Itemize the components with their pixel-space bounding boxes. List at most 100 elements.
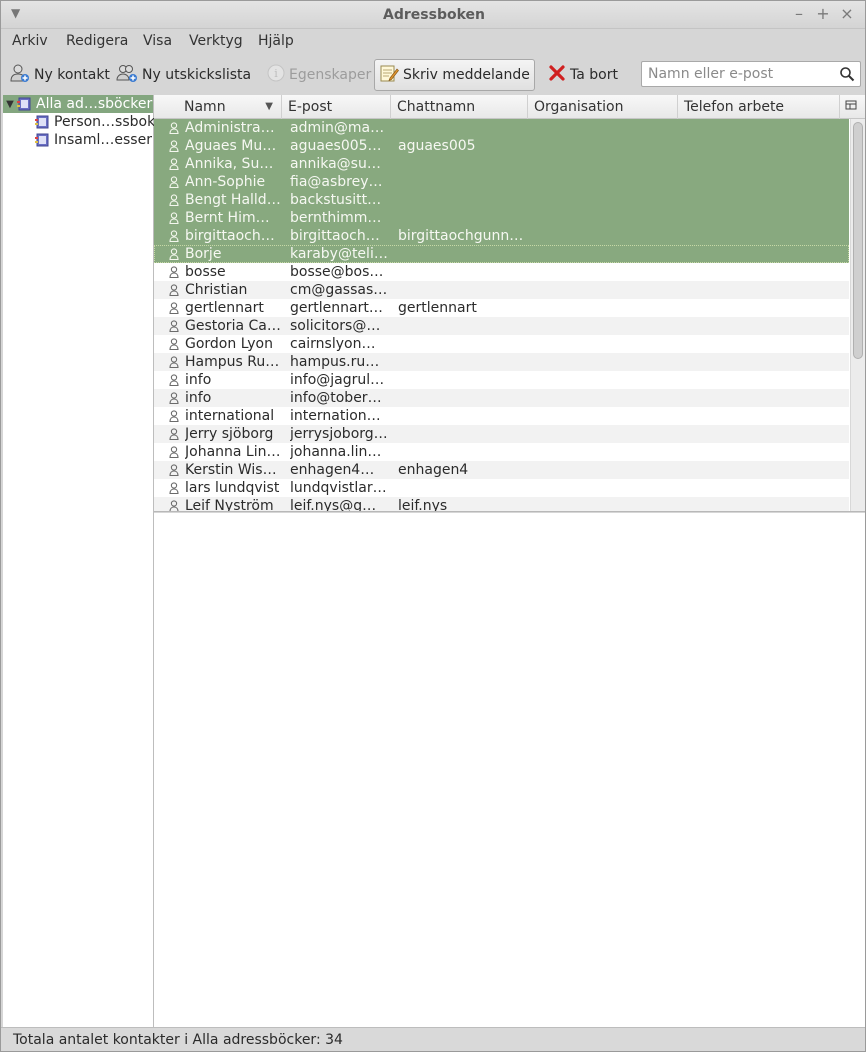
contact-row[interactable]: Annika, Sun… annika@sun…	[154, 155, 849, 173]
status-bar: Totala antalet kontakter i Alla adressbö…	[1, 1027, 865, 1051]
delete-button[interactable]: Ta bort	[548, 59, 618, 91]
scrollbar-thumb[interactable]	[853, 122, 863, 359]
contact-icon	[169, 446, 179, 459]
contact-email: info@tobera.…	[290, 390, 388, 406]
contact-work-phone	[684, 371, 834, 389]
menu-visa[interactable]: Visa	[143, 33, 172, 49]
tree-item-collected[interactable]: Insaml…esser	[35, 131, 152, 149]
contact-chat: leif.nys	[398, 498, 448, 512]
contact-work-phone	[684, 209, 834, 227]
contact-icon	[169, 392, 179, 405]
contact-icon	[169, 230, 179, 243]
contact-work-phone	[684, 461, 834, 479]
contact-row[interactable]: Bengt Halldén backstusittar…	[154, 191, 849, 209]
contact-row[interactable]: Leif Nyström leif.nys@gm… leif.nys	[154, 497, 849, 512]
contact-icon	[169, 482, 179, 495]
column-header-name[interactable]: Namn ▼	[154, 95, 282, 119]
contact-organisation	[534, 407, 674, 425]
contact-row[interactable]: gertlennart gertlennart@… gertlennart	[154, 299, 849, 317]
info-icon: i	[267, 64, 285, 86]
properties-button[interactable]: i Egenskaper	[267, 59, 371, 91]
menu-arkiv[interactable]: Arkiv	[12, 33, 48, 49]
contact-email: international…	[290, 408, 388, 424]
contact-chat	[398, 263, 528, 281]
contact-row[interactable]: Jerry sjöborg jerrysjoborg…	[154, 425, 849, 443]
contact-details-pane	[154, 513, 865, 1027]
vertical-scrollbar[interactable]	[850, 119, 865, 511]
contact-row[interactable]: international international…	[154, 407, 849, 425]
contact-row[interactable]: Borje karaby@teli…	[154, 245, 849, 263]
contact-organisation	[534, 497, 674, 511]
contact-name: Borje	[185, 246, 222, 262]
contact-row[interactable]: bosse bosse@boss…	[154, 263, 849, 281]
search-input[interactable]	[642, 62, 832, 86]
expander-icon[interactable]: ▼	[3, 99, 17, 110]
contact-icon	[169, 140, 179, 153]
contact-row[interactable]: Aguaes Mur… aguaes005@… aguaes005	[154, 137, 849, 155]
column-header-work-phone[interactable]: Telefon arbete	[678, 95, 840, 119]
contact-work-phone	[684, 335, 834, 353]
contact-row[interactable]: Gestoria Car… solicitors@g…	[154, 317, 849, 335]
contact-icon	[169, 356, 179, 369]
contact-chat: enhagen4	[398, 462, 469, 478]
contact-email: karaby@teli…	[290, 246, 388, 262]
title-bar: ▼ Adressboken – + ×	[1, 1, 865, 29]
contact-chat	[398, 425, 528, 443]
menu-hjalp[interactable]: Hjälp	[258, 33, 294, 49]
contact-row[interactable]: Hampus Run… hampus.rund…	[154, 353, 849, 371]
contact-email: cm@gassas.se	[290, 282, 388, 298]
contact-work-phone	[684, 407, 834, 425]
contact-row[interactable]: Kerstin Wise… enhagen4@g… enhagen4	[154, 461, 849, 479]
contact-row[interactable]: info info@jagrull…	[154, 371, 849, 389]
contact-icon	[169, 428, 179, 441]
contact-row[interactable]: Gordon Lyon cairnslyon@…	[154, 335, 849, 353]
contact-organisation	[534, 155, 674, 173]
close-icon[interactable]: ×	[839, 5, 855, 23]
contact-row[interactable]: Bernt Himmer bernthimmer…	[154, 209, 849, 227]
contact-row[interactable]: lars lundqvist lundqvistlars…	[154, 479, 849, 497]
contact-email: gertlennart@…	[290, 300, 388, 316]
contact-chat: gertlennart	[398, 300, 477, 316]
contact-name: Annika, Sun…	[185, 156, 281, 172]
contact-icon	[169, 176, 179, 189]
column-header-email[interactable]: E-post	[282, 95, 391, 119]
contact-email: leif.nys@gm…	[290, 498, 388, 512]
column-picker-icon[interactable]	[840, 95, 865, 119]
contact-row[interactable]: Christian cm@gassas.se	[154, 281, 849, 299]
contact-row[interactable]: info info@tobera.…	[154, 389, 849, 407]
tree-item-personal[interactable]: Person…ssbok	[35, 113, 155, 131]
new-contact-button[interactable]: Ny kontakt	[10, 59, 110, 91]
contact-work-phone	[684, 227, 834, 245]
contact-chat	[398, 191, 528, 209]
menu-verktyg[interactable]: Verktyg	[189, 33, 243, 49]
contact-work-phone	[684, 155, 834, 173]
contact-row[interactable]: Administraci… admin@mast…	[154, 119, 849, 137]
contact-name: Hampus Run…	[185, 354, 281, 370]
contact-icon	[169, 284, 179, 297]
minimize-icon[interactable]: –	[791, 5, 807, 23]
column-header-chat[interactable]: Chattnamn	[391, 95, 528, 119]
menu-redigera[interactable]: Redigera	[66, 33, 128, 49]
contact-chat	[398, 407, 528, 425]
contact-row[interactable]: Johanna Lindh johanna.lind…	[154, 443, 849, 461]
contact-email: lundqvistlars…	[290, 480, 388, 496]
menubar: Arkiv Redigera Visa Verktyg Hjälp	[1, 29, 865, 55]
contact-email: jerrysjoborg…	[290, 426, 388, 442]
properties-label: Egenskaper	[289, 67, 372, 83]
contact-name: Kerstin Wise…	[185, 462, 281, 478]
contact-icon	[169, 464, 179, 477]
contact-row[interactable]: birgittaochg… birgittaochgu… birgittaochgu…	[154, 227, 849, 245]
tree-item-all-books[interactable]: ▼ Alla ad…sböcker	[3, 95, 153, 113]
new-list-button[interactable]: Ny utskickslista	[116, 59, 251, 91]
contact-organisation	[534, 191, 674, 209]
contact-row[interactable]: Ann-Sophie fia@asbreye…	[154, 173, 849, 191]
delete-label: Ta bort	[570, 67, 618, 83]
column-header-organisation[interactable]: Organisation	[528, 95, 678, 119]
address-book-icon	[35, 115, 49, 129]
maximize-icon[interactable]: +	[815, 5, 831, 23]
contact-email: fia@asbreye…	[290, 174, 388, 190]
search-icon[interactable]	[839, 66, 855, 86]
contact-organisation	[534, 317, 674, 335]
contact-name: Gordon Lyon	[185, 336, 273, 352]
write-message-button[interactable]: Skriv meddelande	[374, 59, 535, 91]
